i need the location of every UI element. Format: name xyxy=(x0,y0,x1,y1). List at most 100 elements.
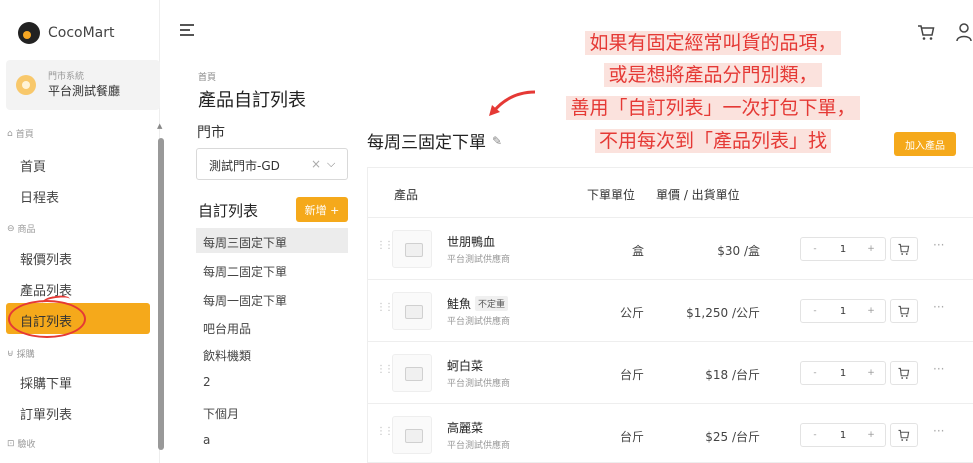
quantity-input[interactable]: 1 xyxy=(829,244,857,255)
quantity-stepper[interactable]: - 1 + xyxy=(800,237,886,261)
callout-line: 善用「自訂列表」一次打包下單， xyxy=(528,93,898,120)
more-options-icon[interactable]: ··· xyxy=(933,424,944,438)
product-price: $18 /台斤 xyxy=(705,368,760,382)
drag-handle-icon[interactable]: ⋮⋮ xyxy=(376,426,394,437)
more-options-icon[interactable]: ··· xyxy=(933,362,944,376)
custom-list-item[interactable]: 吧台用品 xyxy=(196,314,348,339)
custom-list-item[interactable]: 飲料機類 xyxy=(196,341,348,366)
add-to-cart-icon[interactable] xyxy=(890,237,918,261)
drag-handle-icon[interactable]: ⋮⋮ xyxy=(376,302,394,313)
column-header-price: 單價 / 出貨單位 xyxy=(656,188,740,202)
decrement-button[interactable]: - xyxy=(801,244,829,254)
callout-line: 不用每次到「產品列表」找 xyxy=(528,126,898,153)
increment-button[interactable]: + xyxy=(857,368,885,378)
product-supplier: 平台測試供應商 xyxy=(447,441,511,451)
product-supplier: 平台測試供應商 xyxy=(447,255,511,265)
store-filter-label: 門市 xyxy=(197,125,225,141)
quantity-stepper[interactable]: - 1 + xyxy=(800,423,886,447)
current-list-name: 每周三固定下單 xyxy=(367,133,486,153)
store-system-label: 門市系統 xyxy=(48,72,85,82)
store-name: 平台測試餐廳 xyxy=(48,84,121,98)
chevron-down-icon[interactable]: ⌵ xyxy=(327,157,335,171)
brand-name: CocoMart xyxy=(48,25,115,41)
sidebar-item-schedule[interactable]: 日程表 xyxy=(20,187,59,206)
store-switcher[interactable]: 門市系統 平台測試餐廳 xyxy=(6,60,160,110)
menu-collapse-icon[interactable] xyxy=(180,24,194,36)
product-unit: 台斤 xyxy=(619,430,644,444)
drag-handle-icon[interactable]: ⋮⋮ xyxy=(376,364,394,375)
custom-list-item[interactable]: 每周一固定下單 xyxy=(196,286,348,311)
quantity-input[interactable]: 1 xyxy=(829,306,857,317)
product-unit: 公斤 xyxy=(619,306,644,320)
increment-button[interactable]: + xyxy=(857,306,885,316)
add-to-cart-icon[interactable] xyxy=(890,423,918,447)
product-price: $25 /台斤 xyxy=(705,430,760,444)
custom-list-item[interactable]: 每周三固定下單 xyxy=(196,228,348,253)
current-list-header: 每周三固定下單 ✎ xyxy=(367,128,502,153)
variable-weight-badge: 不定重 xyxy=(475,296,509,311)
decrement-button[interactable]: - xyxy=(801,430,829,440)
app-root: CocoMart 門市系統 平台測試餐廳 ⌂ 首頁 首頁 日程表 ⊖ 商品 報價列表… xyxy=(0,0,973,463)
custom-list-item[interactable]: 每周二固定下單 xyxy=(196,257,348,282)
quantity-input[interactable]: 1 xyxy=(829,368,857,379)
nav-section-home: ⌂ 首頁 xyxy=(7,128,34,141)
callout-line: 或是想將產品分門別類， xyxy=(528,60,898,87)
store-avatar xyxy=(16,75,36,95)
nav-section-purchase: ⊌ 採購 xyxy=(7,348,35,361)
home-icon: ⌂ xyxy=(7,128,13,139)
sidebar-item-quotes[interactable]: 報價列表 xyxy=(20,249,72,268)
edit-pencil-icon[interactable]: ✎ xyxy=(492,134,502,148)
decrement-button[interactable]: - xyxy=(801,368,829,378)
product-image-placeholder-icon xyxy=(392,230,432,268)
product-image-placeholder-icon xyxy=(392,416,432,454)
callout-line: 如果有固定經常叫貨的品項， xyxy=(528,28,898,55)
quantity-stepper[interactable]: - 1 + xyxy=(800,299,886,323)
product-unit: 盒 xyxy=(631,244,644,258)
cocomart-logo-icon xyxy=(18,22,40,44)
sidebar-item-home[interactable]: 首頁 xyxy=(20,156,46,175)
store-filter-select[interactable]: 測試門市-GD × ⌵ xyxy=(196,148,348,180)
product-name[interactable]: 高麗菜 xyxy=(447,419,483,436)
decrement-button[interactable]: - xyxy=(801,306,829,316)
increment-button[interactable]: + xyxy=(857,244,885,254)
page-title: 產品自訂列表 xyxy=(198,90,306,111)
custom-list-item[interactable]: 下個月 xyxy=(196,399,348,424)
sidebar-scrollbar[interactable] xyxy=(158,138,164,450)
clear-icon[interactable]: × xyxy=(311,157,321,171)
breadcrumb[interactable]: 首頁 xyxy=(198,70,216,83)
drag-handle-icon[interactable]: ⋮⋮ xyxy=(376,240,394,251)
product-unit: 台斤 xyxy=(619,368,644,382)
scroll-up-arrow-icon[interactable]: ▲ xyxy=(157,122,162,130)
sidebar-item-purchase-order[interactable]: 採購下單 xyxy=(20,373,72,392)
quantity-input[interactable]: 1 xyxy=(829,430,857,441)
more-options-icon[interactable]: ··· xyxy=(933,300,944,314)
add-to-cart-icon[interactable] xyxy=(890,299,918,323)
user-icon[interactable] xyxy=(955,22,973,42)
nav-section-inspection: ⊡ 驗收 xyxy=(7,438,36,451)
add-to-cart-icon[interactable] xyxy=(890,361,918,385)
product-name[interactable]: 蚵白菜 xyxy=(447,357,483,374)
nav-section-products: ⊖ 商品 xyxy=(7,223,36,236)
more-options-icon[interactable]: ··· xyxy=(933,238,944,252)
quantity-stepper[interactable]: - 1 + xyxy=(800,361,886,385)
column-header-product: 產品 xyxy=(394,188,419,202)
new-list-button[interactable]: 新增 + xyxy=(296,197,348,222)
table-row: ⋮⋮ 鮭魚 不定重 平台測試供應商 公斤 $1,250 /公斤 - 1 + ··· xyxy=(368,280,973,342)
annotation-circle xyxy=(8,300,86,338)
box-icon: ⊖ xyxy=(7,223,15,234)
cart-icon[interactable] xyxy=(916,22,936,42)
custom-list-item[interactable]: 2 xyxy=(196,369,348,394)
product-name[interactable]: 鮭魚 不定重 xyxy=(447,295,509,312)
custom-list-item[interactable]: a xyxy=(196,427,348,452)
brand-logo[interactable]: CocoMart xyxy=(18,22,115,44)
product-supplier: 平台測試供應商 xyxy=(447,379,511,389)
product-name[interactable]: 世朋鴨血 xyxy=(447,233,495,250)
table-row: ⋮⋮ 高麗菜 平台測試供應商 台斤 $25 /台斤 - 1 + ··· xyxy=(368,404,973,463)
table-row: ⋮⋮ 世朋鴨血 平台測試供應商 盒 $30 /盒 - 1 + ··· xyxy=(368,218,973,280)
product-image-placeholder-icon xyxy=(392,354,432,392)
increment-button[interactable]: + xyxy=(857,430,885,440)
add-product-button[interactable]: 加入產品 xyxy=(894,132,956,156)
sidebar-item-order-list[interactable]: 訂單列表 xyxy=(20,404,72,423)
cart-icon: ⊌ xyxy=(7,348,14,359)
product-price: $1,250 /公斤 xyxy=(686,306,760,320)
